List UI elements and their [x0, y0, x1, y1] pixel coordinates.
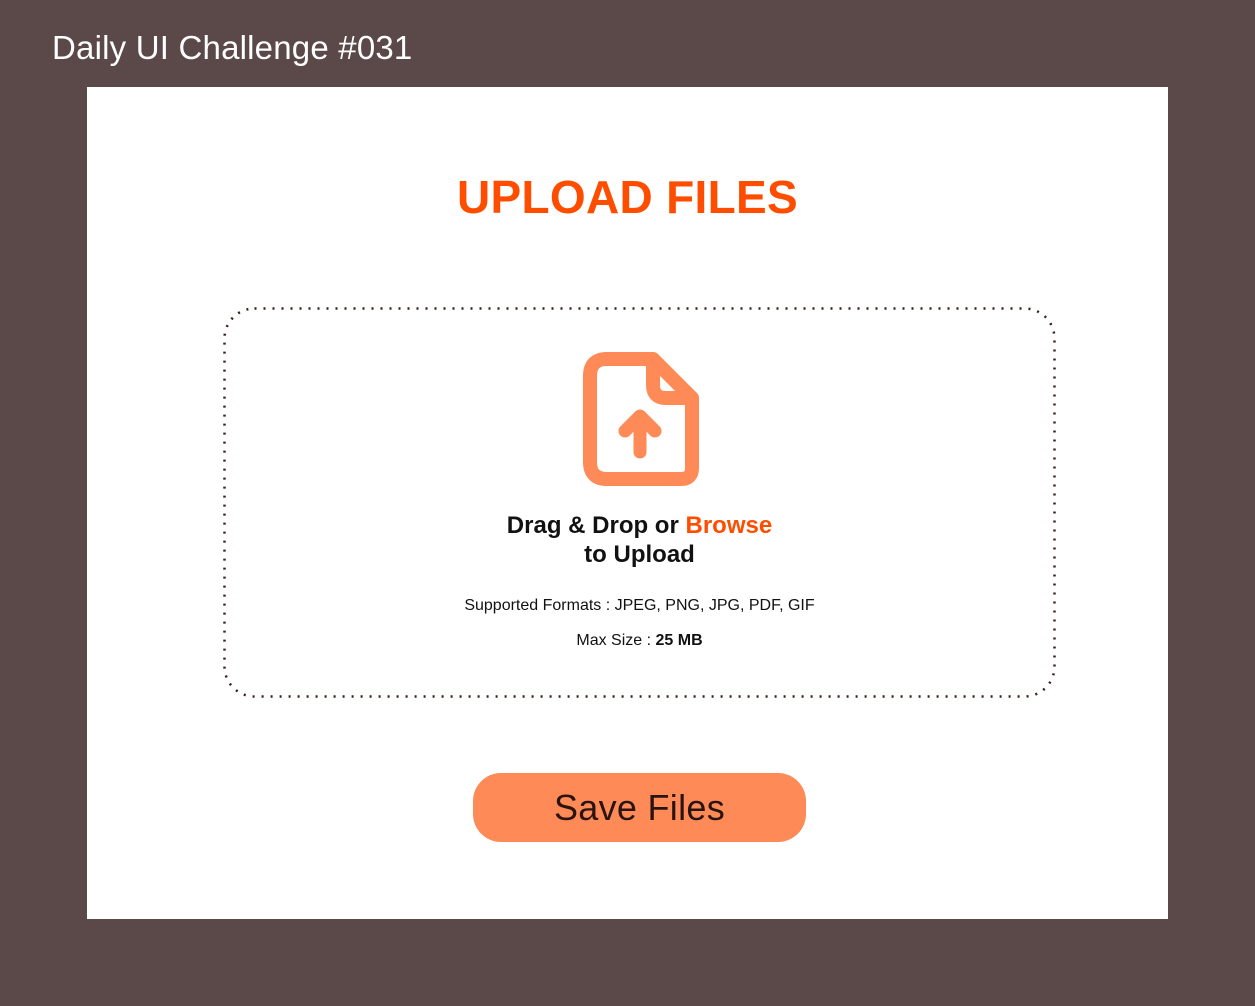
drop-suffix-text: to Upload [584, 541, 695, 568]
file-upload-icon [583, 352, 699, 486]
page-heading: Daily UI Challenge #031 [52, 29, 413, 66]
max-size-label: Max Size : [576, 632, 656, 649]
drop-prefix-text: Drag & Drop or [506, 512, 686, 539]
dropzone[interactable]: Drag & Drop or Browse to Upload Supporte… [223, 307, 1056, 698]
browse-link[interactable]: Browse [685, 512, 772, 539]
supported-formats: Supported Formats : JPEG, PNG, JPG, PDF,… [464, 597, 815, 614]
max-size: Max Size : 25 MB [223, 631, 1056, 651]
max-size-value: 25 MB [655, 632, 703, 649]
upload-title: UPLOAD FILES [457, 171, 798, 223]
drop-instructions: Drag & Drop or Browse to Upload [223, 511, 1056, 569]
save-files-button[interactable]: Save Files [473, 773, 806, 842]
